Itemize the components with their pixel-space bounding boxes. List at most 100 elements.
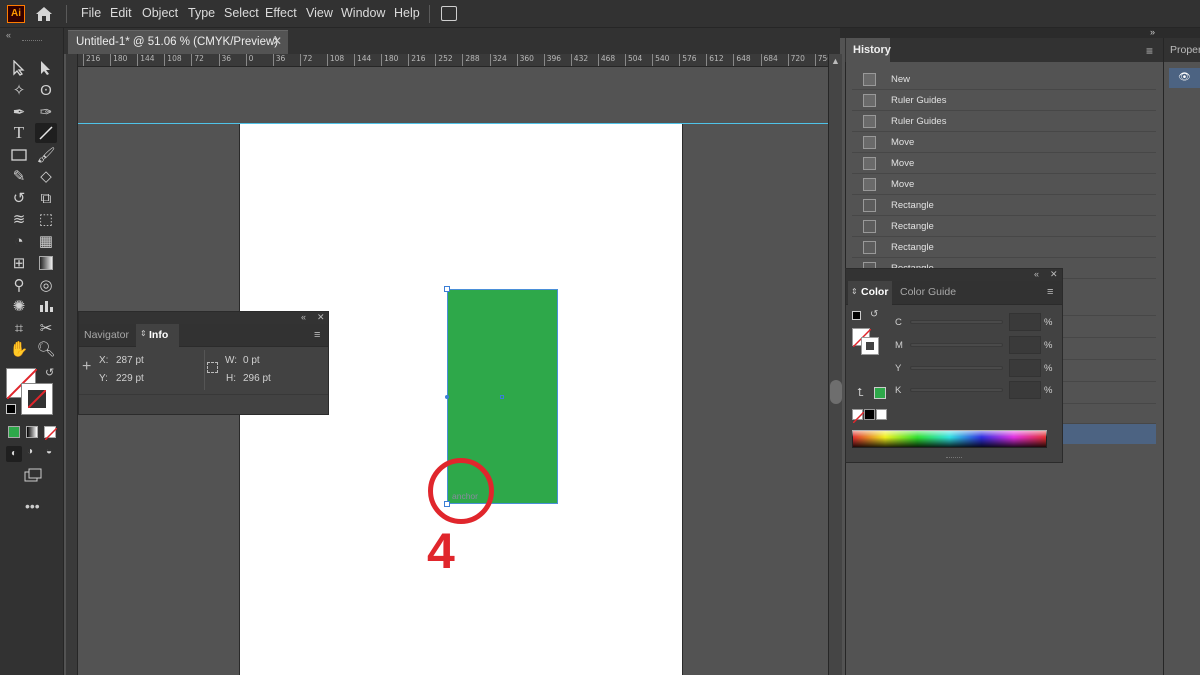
document-tab[interactable]: Untitled-1* @ 51.06 % (CMYK/Preview)	[68, 30, 288, 54]
mesh-tool-icon[interactable]: ⊞	[8, 253, 30, 273]
menu-select[interactable]: Select	[224, 6, 259, 20]
magenta-input[interactable]	[1009, 336, 1041, 354]
cyan-slider[interactable]	[910, 320, 1003, 324]
top-left-handle[interactable]	[444, 286, 450, 292]
cyan-input[interactable]	[1009, 313, 1041, 331]
panel-menu-icon[interactable]: ≡	[314, 329, 320, 341]
eraser-tool-icon[interactable]: ◇	[35, 166, 57, 186]
default-colors-icon[interactable]	[6, 404, 16, 414]
color-mode-icon[interactable]	[8, 426, 20, 438]
menu-file[interactable]: File	[81, 6, 101, 20]
ruler-guide[interactable]	[78, 123, 828, 124]
perspective-grid-tool-icon[interactable]: ▦	[35, 231, 57, 251]
close-panel-icon[interactable]: ✕	[1050, 269, 1058, 280]
tab-info[interactable]: Info	[149, 329, 168, 341]
panel-title-bar[interactable]: « ✕	[79, 312, 328, 324]
history-item[interactable]: Move	[852, 133, 1156, 153]
panel-menu-icon[interactable]: ≡	[1047, 286, 1053, 298]
gradient-tool-icon[interactable]	[35, 253, 57, 273]
shape-builder-tool-icon[interactable]: ◔	[8, 231, 30, 251]
column-graph-tool-icon[interactable]	[35, 296, 57, 316]
scale-tool-icon[interactable]: ⧉	[35, 188, 57, 208]
curvature-tool-icon[interactable]: ✑	[35, 102, 57, 122]
width-tool-icon[interactable]: ≋	[8, 209, 30, 229]
swap-colors-icon[interactable]: ↺	[870, 309, 878, 320]
type-tool-icon[interactable]: T	[8, 123, 30, 143]
stroke-swatch[interactable]	[21, 383, 53, 415]
menu-edit[interactable]: Edit	[110, 6, 132, 20]
in-gamut-color-swatch[interactable]	[874, 387, 886, 399]
artboard-tool-icon[interactable]: ⌗	[8, 318, 30, 338]
tab-properties[interactable]: Proper	[1170, 44, 1200, 56]
none-mode-icon[interactable]	[44, 426, 58, 441]
symbol-sprayer-tool-icon[interactable]: ✺	[8, 296, 30, 316]
magenta-slider[interactable]	[910, 343, 1003, 347]
zoom-tool-icon[interactable]: 🔍︎	[35, 339, 57, 359]
rectangle-tool-icon[interactable]	[8, 145, 30, 165]
rotate-tool-icon[interactable]: ↺	[8, 188, 30, 208]
tab-history[interactable]: History	[846, 38, 891, 62]
black-slider[interactable]	[910, 388, 1003, 392]
lasso-tool-icon[interactable]: ʘ	[35, 80, 57, 100]
close-panel-icon[interactable]: ✕	[317, 312, 325, 323]
menu-window[interactable]: Window	[341, 6, 385, 20]
tab-color[interactable]: Color	[861, 286, 888, 298]
collapse-icon[interactable]: «	[6, 30, 11, 40]
history-item[interactable]: Ruler Guides	[852, 112, 1156, 132]
history-item[interactable]: Move	[852, 154, 1156, 174]
tab-navigator[interactable]: Navigator	[84, 329, 129, 341]
vertical-scrollbar[interactable]	[828, 54, 842, 675]
vertical-ruler[interactable]	[66, 54, 78, 675]
eye-icon[interactable]: 👁	[1169, 68, 1200, 88]
default-colors-icon[interactable]	[852, 311, 861, 320]
history-item[interactable]: Move	[852, 175, 1156, 195]
white-swatch[interactable]	[876, 409, 887, 420]
collapse-panel-icon[interactable]: «	[301, 312, 306, 322]
grip-icon[interactable]	[22, 40, 42, 43]
yellow-slider[interactable]	[910, 366, 1003, 370]
direct-selection-tool-icon[interactable]	[35, 58, 57, 78]
scrollbar-thumb[interactable]	[830, 380, 842, 404]
hand-tool-icon[interactable]: ✋	[8, 339, 30, 359]
scroll-up-icon[interactable]: ▲	[831, 56, 840, 66]
line-segment-tool-icon[interactable]	[35, 123, 57, 143]
panel-menu-icon[interactable]: ≡	[1146, 44, 1153, 58]
menu-help[interactable]: Help	[394, 6, 420, 20]
screen-mode-icon[interactable]	[24, 468, 42, 482]
blend-tool-icon[interactable]: ◎	[35, 275, 57, 295]
draw-inside-icon[interactable]: ◒	[46, 446, 52, 457]
horizontal-ruler[interactable]: 216 180 144 108 72 36 0 36 72 108 144 180 216 252 288 3…	[78, 54, 828, 67]
arrange-documents-icon[interactable]	[441, 6, 457, 21]
menu-effect[interactable]: Effect	[265, 6, 297, 20]
slice-tool-icon[interactable]: ✂	[35, 318, 57, 338]
home-icon[interactable]	[34, 4, 54, 24]
swap-fill-stroke-icon[interactable]: ↺	[45, 366, 54, 379]
history-item[interactable]: New	[852, 70, 1156, 90]
menu-type[interactable]: Type	[188, 6, 215, 20]
paintbrush-tool-icon[interactable]: 🖌	[35, 145, 57, 165]
dock-collapse-icon[interactable]: »	[1150, 27, 1155, 37]
magic-wand-tool-icon[interactable]: ✧	[8, 80, 30, 100]
history-item[interactable]: Rectangle	[852, 217, 1156, 237]
black-input[interactable]	[1009, 381, 1041, 399]
gradient-mode-icon[interactable]	[26, 426, 38, 438]
resize-grip-icon[interactable]	[946, 457, 962, 459]
history-item[interactable]: Ruler Guides	[852, 91, 1156, 111]
history-item[interactable]: Rectangle	[852, 196, 1156, 216]
free-transform-tool-icon[interactable]: ⬚	[35, 209, 57, 229]
tab-color-guide[interactable]: Color Guide	[900, 286, 956, 298]
menu-view[interactable]: View	[306, 6, 333, 20]
history-item[interactable]: Rectangle	[852, 238, 1156, 258]
draw-normal-icon[interactable]: ◐	[6, 446, 22, 462]
selection-tool-icon[interactable]	[8, 58, 30, 78]
shaper-tool-icon[interactable]: ✎	[8, 166, 30, 186]
pen-tool-icon[interactable]: ✒	[8, 102, 30, 122]
eyedropper-tool-icon[interactable]: ⚲	[8, 275, 30, 295]
yellow-input[interactable]	[1009, 359, 1041, 377]
black-swatch[interactable]	[864, 409, 875, 420]
collapse-panel-icon[interactable]: «	[1034, 269, 1039, 279]
stroke-swatch[interactable]	[861, 337, 879, 355]
none-swatch[interactable]	[852, 409, 865, 424]
close-tab-icon[interactable]: ✕	[272, 34, 282, 48]
draw-behind-icon[interactable]: ◑	[27, 446, 33, 457]
